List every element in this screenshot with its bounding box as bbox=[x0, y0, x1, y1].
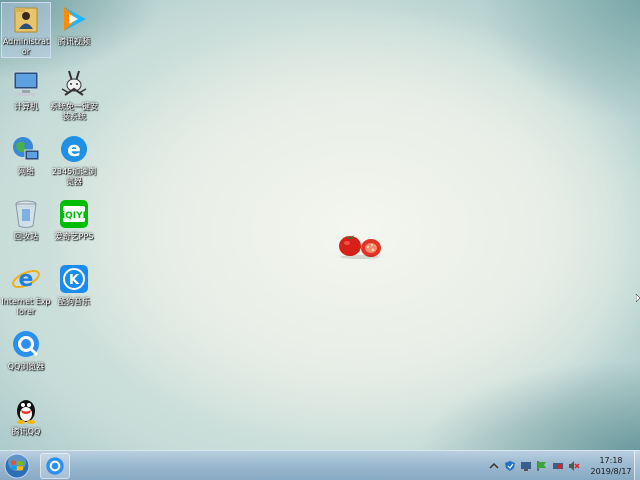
computer-manager-icon[interactable] bbox=[520, 460, 532, 472]
qq-browser-icon bbox=[46, 457, 64, 475]
svg-text:iQIYI: iQIYI bbox=[62, 211, 86, 221]
qq-penguin-icon bbox=[10, 393, 42, 425]
desktop-icon-label: 回收站 bbox=[14, 232, 38, 241]
desktop[interactable]: Administrator 计算机 网络 回收站 e Internet Expl… bbox=[0, 0, 640, 480]
desktop-icon-kugou[interactable]: K 酷狗音乐 bbox=[50, 263, 98, 307]
desktop-icon-qq-browser[interactable]: QQ浏览器 bbox=[2, 328, 50, 372]
rabbit-installer-icon bbox=[58, 68, 90, 100]
security-shield-icon[interactable] bbox=[504, 460, 516, 472]
start-button[interactable] bbox=[3, 452, 31, 480]
network-icon bbox=[10, 133, 42, 165]
desktop-icon-tencent-video[interactable]: 腾讯视频 bbox=[50, 3, 98, 47]
svg-text:e: e bbox=[19, 267, 34, 292]
windows-orb-icon bbox=[4, 453, 30, 479]
desktop-icon-iqiyi[interactable]: iQIYI 爱奇艺PPS bbox=[50, 198, 98, 242]
desktop-icon-internet-explorer[interactable]: e Internet Explorer bbox=[1, 263, 51, 317]
wallpaper-tomatoes bbox=[336, 230, 386, 260]
taskbar-clock[interactable]: 17:18 2019/8/17 bbox=[588, 455, 634, 477]
desktop-icon-label: 2345加速浏览器 bbox=[51, 167, 97, 186]
svg-text:K: K bbox=[69, 273, 80, 288]
desktop-icon-2345-browser[interactable]: e 2345加速浏览器 bbox=[50, 133, 98, 187]
desktop-icon-label: Internet Explorer bbox=[1, 297, 51, 316]
mouse-cursor bbox=[635, 291, 640, 303]
taskbar: 17:18 2019/8/17 bbox=[0, 450, 640, 480]
user-folder-icon bbox=[10, 3, 42, 35]
action-center-flag-icon[interactable] bbox=[536, 460, 548, 472]
desktop-icon-system-installer[interactable]: 系统免一键安装系统 bbox=[50, 68, 98, 122]
desktop-icon-administrator[interactable]: Administrator bbox=[1, 2, 51, 58]
desktop-icon-label: 腾讯QQ bbox=[11, 427, 41, 436]
show-desktop-button[interactable] bbox=[634, 451, 640, 480]
desktop-icon-label: 腾讯视频 bbox=[58, 37, 90, 46]
internet-explorer-icon: e bbox=[10, 263, 42, 295]
desktop-icon-label: 网络 bbox=[18, 167, 34, 176]
network-tray-icon[interactable] bbox=[552, 460, 564, 472]
computer-icon bbox=[10, 68, 42, 100]
clock-date: 2019/8/17 bbox=[590, 467, 632, 476]
clock-time: 17:18 bbox=[599, 456, 623, 465]
desktop-icon-recycle-bin[interactable]: 回收站 bbox=[2, 198, 50, 242]
svg-text:e: e bbox=[67, 137, 81, 161]
desktop-icon-network[interactable]: 网络 bbox=[2, 133, 50, 177]
desktop-icon-computer[interactable]: 计算机 bbox=[2, 68, 50, 112]
desktop-icon-label: Administrator bbox=[2, 37, 50, 56]
desktop-icon-label: QQ浏览器 bbox=[7, 362, 45, 371]
desktop-icon-label: 爱奇艺PPS bbox=[54, 232, 94, 241]
iqiyi-icon: iQIYI bbox=[58, 198, 90, 230]
desktop-icon-tencent-qq[interactable]: 腾讯QQ bbox=[2, 393, 50, 437]
ie-blue-e-icon: e bbox=[58, 133, 90, 165]
show-hidden-icons-icon[interactable] bbox=[488, 460, 500, 472]
desktop-icon-label: 计算机 bbox=[14, 102, 38, 111]
taskbar-qq-browser[interactable] bbox=[40, 453, 70, 479]
system-tray bbox=[488, 459, 580, 473]
kugou-icon: K bbox=[58, 263, 90, 295]
recycle-bin-icon bbox=[10, 198, 42, 230]
desktop-icon-label: 系统免一键安装系统 bbox=[50, 102, 98, 121]
desktop-icon-label: 酷狗音乐 bbox=[58, 297, 90, 306]
qq-browser-icon bbox=[10, 328, 42, 360]
volume-muted-icon[interactable] bbox=[568, 460, 580, 472]
tencent-video-icon bbox=[58, 3, 90, 35]
